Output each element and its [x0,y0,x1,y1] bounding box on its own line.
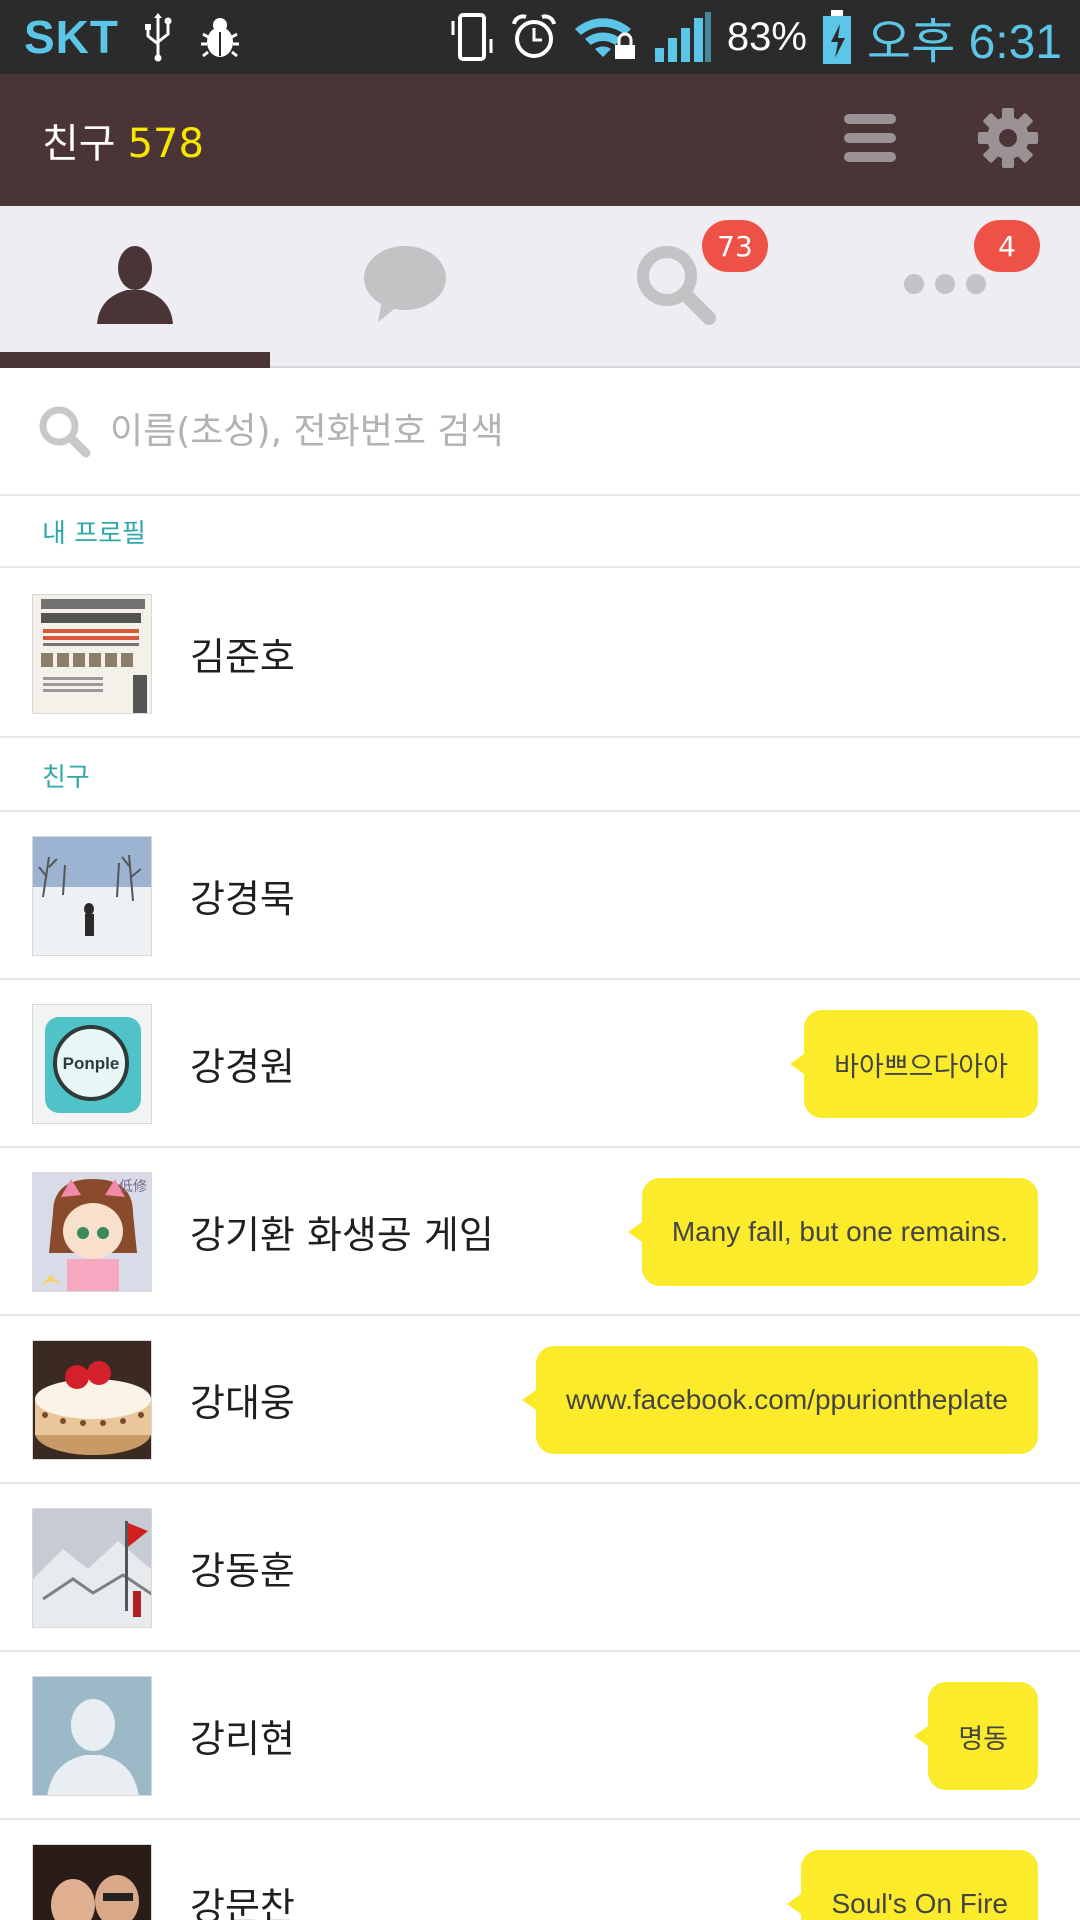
more-badge: 4 [974,220,1040,272]
friend-name: 강동훈 [190,1548,295,1593]
app-root: SKT 83% 오후 6:31 친구 578 73 4 이름(초성), 전화번호… [0,0,1080,1920]
friend-name: 강대웅 [190,1380,295,1425]
find-badge: 73 [702,220,768,272]
settings-button[interactable] [976,108,1040,172]
avatar [32,1340,152,1460]
friend-row[interactable]: 강문찬 Soul's On Fire [0,1820,1080,1920]
more-dots-icon [902,269,988,303]
search-icon [36,403,92,459]
signal-icon [653,10,713,64]
friend-row[interactable]: 강동훈 [0,1484,1080,1652]
app-header: 친구 578 [0,74,1080,206]
search-bar [0,368,1080,496]
status-message-bubble: 바아쁘으다아아 [790,1010,1038,1118]
status-message-bubble: Soul's On Fire [787,1850,1038,1920]
avatar [32,1508,152,1628]
friend-name: 강경원 [190,1044,295,1089]
tab-find[interactable]: 73 [540,206,810,366]
friend-row[interactable]: 강경묵 [0,812,1080,980]
friend-row[interactable]: 低修 강기환 화생공 게임 Many fall, but one remains… [0,1148,1080,1316]
friend-name: 강기환 화생공 게임 [190,1212,494,1257]
gear-icon [977,107,1039,173]
section-header-my-profile: 내 프로필 [0,496,1080,568]
avatar [32,836,152,956]
friend-count: 578 [127,121,204,167]
svg-text:低修: 低修 [119,1179,147,1195]
avatar: Ponple [32,1004,152,1124]
friend-row[interactable]: 강대웅 www.facebook.com/ppuriontheplate [0,1316,1080,1484]
my-profile-name: 김준호 [190,634,295,679]
tab-more[interactable]: 4 [810,206,1080,366]
clock: 오후 6:31 [866,16,1062,69]
carrier-label: SKT [24,11,119,63]
status-message-bubble: 명동 [914,1682,1038,1790]
tab-chats[interactable] [270,206,540,366]
menu-icon [842,112,898,168]
friend-row[interactable]: Ponple 강경원 바아쁘으다아아 [0,980,1080,1148]
svg-text:Ponple: Ponple [63,1054,120,1073]
status-message-bubble: www.facebook.com/ppuriontheplate [521,1346,1038,1454]
avatar [32,1676,152,1796]
vibrate-icon [449,11,495,63]
debug-icon [197,14,243,60]
avatar [32,594,152,714]
alarm-icon [509,12,559,62]
avatar [32,1844,152,1920]
usb-icon [141,12,175,62]
friend-row[interactable]: 강리현 명동 [0,1652,1080,1820]
search-input[interactable] [110,410,1010,452]
my-profile-row[interactable]: 김준호 [0,570,1080,738]
status-message-bubble: Many fall, but one remains. [627,1178,1038,1286]
battery-charging-icon [821,8,853,66]
friend-name: 강리현 [190,1716,295,1761]
person-icon [93,242,177,330]
avatar: 低修 [32,1172,152,1292]
status-bar: SKT 83% 오후 6:31 [0,0,1080,74]
menu-button[interactable] [838,108,902,172]
page-title: 친구 578 [0,111,204,169]
section-header-friends: 친구 [0,740,1080,812]
tab-friends[interactable] [0,206,270,368]
friend-name: 강경묵 [190,876,295,921]
friend-name: 강문찬 [190,1884,295,1920]
wifi-lock-icon [573,13,639,61]
chat-bubble-icon [362,244,448,328]
active-tab-indicator [0,352,270,368]
battery-percent: 83% [726,14,807,59]
tab-bar: 73 4 [0,206,1080,368]
page-title-label: 친구 [42,121,116,167]
